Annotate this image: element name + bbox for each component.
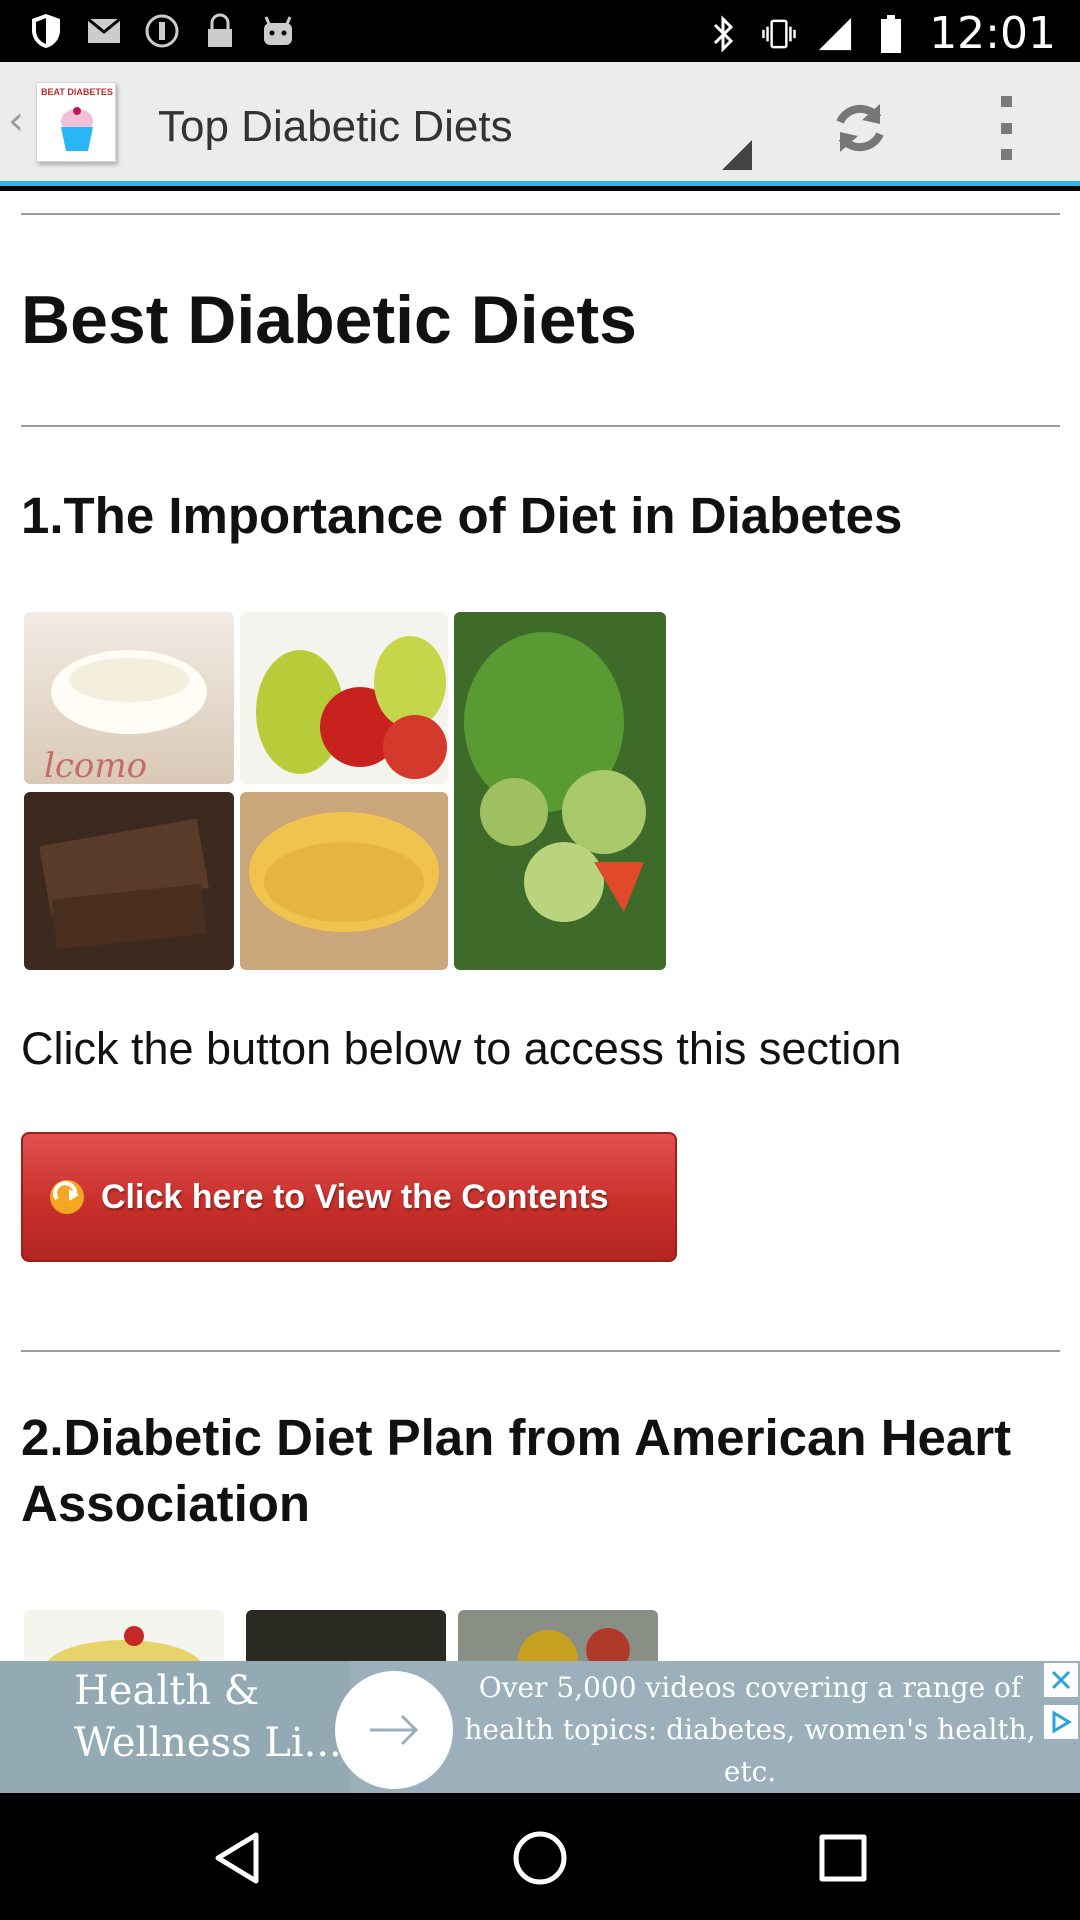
vibrate-icon xyxy=(761,15,797,53)
refresh-button[interactable] xyxy=(822,90,898,166)
back-triangle-icon xyxy=(215,1832,259,1884)
status-bar: 12:01 xyxy=(0,0,1080,62)
divider xyxy=(21,213,1060,215)
recents-button[interactable] xyxy=(808,1823,878,1893)
ad-left-panel: Health & Wellness Li... xyxy=(0,1661,350,1793)
battery-icon xyxy=(873,14,909,53)
ad-banner[interactable]: Health & Wellness Li... Over 5,000 video… xyxy=(0,1661,1080,1793)
instruction-text: Click the button below to access this se… xyxy=(21,1023,902,1074)
clock: 12:01 xyxy=(929,8,1056,59)
shield-icon xyxy=(28,12,64,50)
menu-dot xyxy=(1000,96,1012,107)
mail-icon xyxy=(86,12,122,50)
page-title[interactable]: Top Diabetic Diets xyxy=(158,102,513,152)
lock-icon xyxy=(202,12,238,50)
ad-close-button[interactable] xyxy=(1044,1663,1078,1697)
chocolate-photo xyxy=(24,792,234,970)
overflow-menu-button[interactable] xyxy=(984,96,1028,160)
home-button[interactable] xyxy=(505,1823,575,1893)
plate-photo xyxy=(24,1610,224,1661)
arrow-right-icon xyxy=(370,1714,419,1746)
page-heading: Best Diabetic Diets xyxy=(21,282,637,358)
salad-photo xyxy=(454,612,666,970)
web-content[interactable]: Best Diabetic Diets 1.The Importance of … xyxy=(0,191,1080,1661)
dark-food-photo xyxy=(246,1610,446,1661)
section-1-title: 1.The Importance of Diet in Diabetes xyxy=(21,487,903,544)
rice-bowl-photo: lcomo xyxy=(24,612,234,784)
view-contents-label: Click here to View the Contents xyxy=(101,1177,609,1216)
section-2-title: 2.Diabetic Diet Plan from American Heart… xyxy=(21,1409,1012,1532)
food-collage-image: lcomo xyxy=(24,612,666,970)
action-bar: ‹ BEAT DIABETES Top Diabetic Diets xyxy=(0,62,1080,186)
ad-body: Over 5,000 videos covering a range of he… xyxy=(464,1671,1036,1788)
chevron-left-icon[interactable]: ‹ xyxy=(8,98,24,144)
curved-arrow-icon xyxy=(50,1180,84,1214)
divider xyxy=(21,1350,1060,1352)
menu-dot xyxy=(1000,122,1012,134)
app-logo[interactable]: BEAT DIABETES xyxy=(36,82,116,162)
view-contents-button[interactable]: Click here to View the Contents xyxy=(21,1132,677,1262)
recents-square-icon xyxy=(819,1834,867,1882)
android-icon xyxy=(260,12,296,50)
svg-text:lcomo: lcomo xyxy=(44,746,147,784)
navigation-bar xyxy=(0,1793,1080,1920)
fruit-photo xyxy=(240,612,448,784)
divider xyxy=(21,425,1060,427)
lentils-photo xyxy=(240,792,448,970)
signal-icon xyxy=(817,15,853,53)
dropdown-triangle-icon[interactable] xyxy=(722,140,752,170)
section-2-image xyxy=(24,1610,664,1661)
bluetooth-icon xyxy=(705,14,741,53)
home-circle-icon xyxy=(513,1831,567,1885)
adchoices-button[interactable] xyxy=(1044,1705,1078,1739)
vegetables-photo xyxy=(458,1610,658,1661)
ad-arrow-button[interactable] xyxy=(335,1671,453,1789)
info-icon xyxy=(144,12,180,50)
back-button[interactable] xyxy=(202,1823,272,1893)
app-logo-text: BEAT DIABETES xyxy=(41,87,113,97)
menu-dot xyxy=(1000,149,1012,160)
adchoices-icon xyxy=(1052,1710,1072,1734)
close-icon xyxy=(1051,1670,1071,1690)
refresh-icon xyxy=(836,104,884,152)
ad-headline: Health & Wellness Li... xyxy=(74,1668,342,1766)
